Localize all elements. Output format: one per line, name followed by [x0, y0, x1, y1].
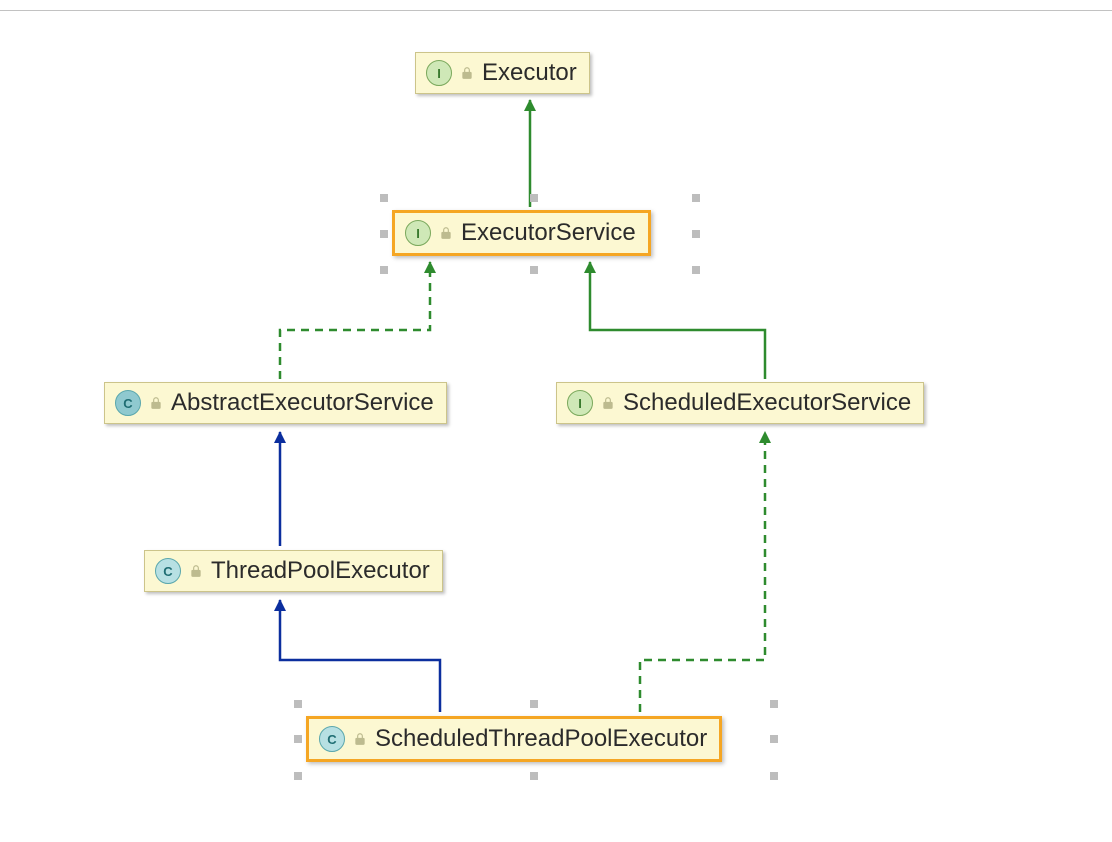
class-icon: C	[155, 558, 181, 584]
node-label: ScheduledThreadPoolExecutor	[375, 725, 707, 753]
lock-icon	[460, 66, 474, 80]
page-top-divider	[0, 10, 1112, 11]
interface-icon: I	[567, 390, 593, 416]
edge-scheduledThreadPoolExecutor-to-threadPoolExecutor	[280, 600, 440, 712]
node-label: ScheduledExecutorService	[623, 389, 911, 417]
edge-scheduledExecutorService-to-executorService	[590, 262, 765, 379]
node-label: ExecutorService	[461, 219, 636, 247]
edge-abstractExecutorService-to-executorService	[280, 262, 430, 379]
diagram-node-scheduledExecutorService[interactable]: I ScheduledExecutorService	[556, 382, 924, 424]
class-icon: C	[115, 390, 141, 416]
diagram-node-scheduledThreadPoolExecutor[interactable]: C ScheduledThreadPoolExecutor	[306, 716, 722, 762]
lock-icon	[189, 564, 203, 578]
interface-icon: I	[405, 220, 431, 246]
node-label: ThreadPoolExecutor	[211, 557, 430, 585]
node-label: Executor	[482, 59, 577, 87]
lock-icon	[439, 226, 453, 240]
node-label: AbstractExecutorService	[171, 389, 434, 417]
edge-scheduledThreadPoolExecutor-to-scheduledExecutorService	[640, 432, 765, 712]
class-icon: C	[319, 726, 345, 752]
lock-icon	[601, 396, 615, 410]
diagram-node-executorService[interactable]: I ExecutorService	[392, 210, 651, 256]
diagram-node-executor[interactable]: I Executor	[415, 52, 590, 94]
diagram-canvas[interactable]: { "diagram": { "nodes": { "executor": { …	[0, 0, 1112, 842]
diagram-node-abstractExecutorService[interactable]: C AbstractExecutorService	[104, 382, 447, 424]
interface-icon: I	[426, 60, 452, 86]
lock-icon	[149, 396, 163, 410]
lock-icon	[353, 732, 367, 746]
diagram-node-threadPoolExecutor[interactable]: C ThreadPoolExecutor	[144, 550, 443, 592]
